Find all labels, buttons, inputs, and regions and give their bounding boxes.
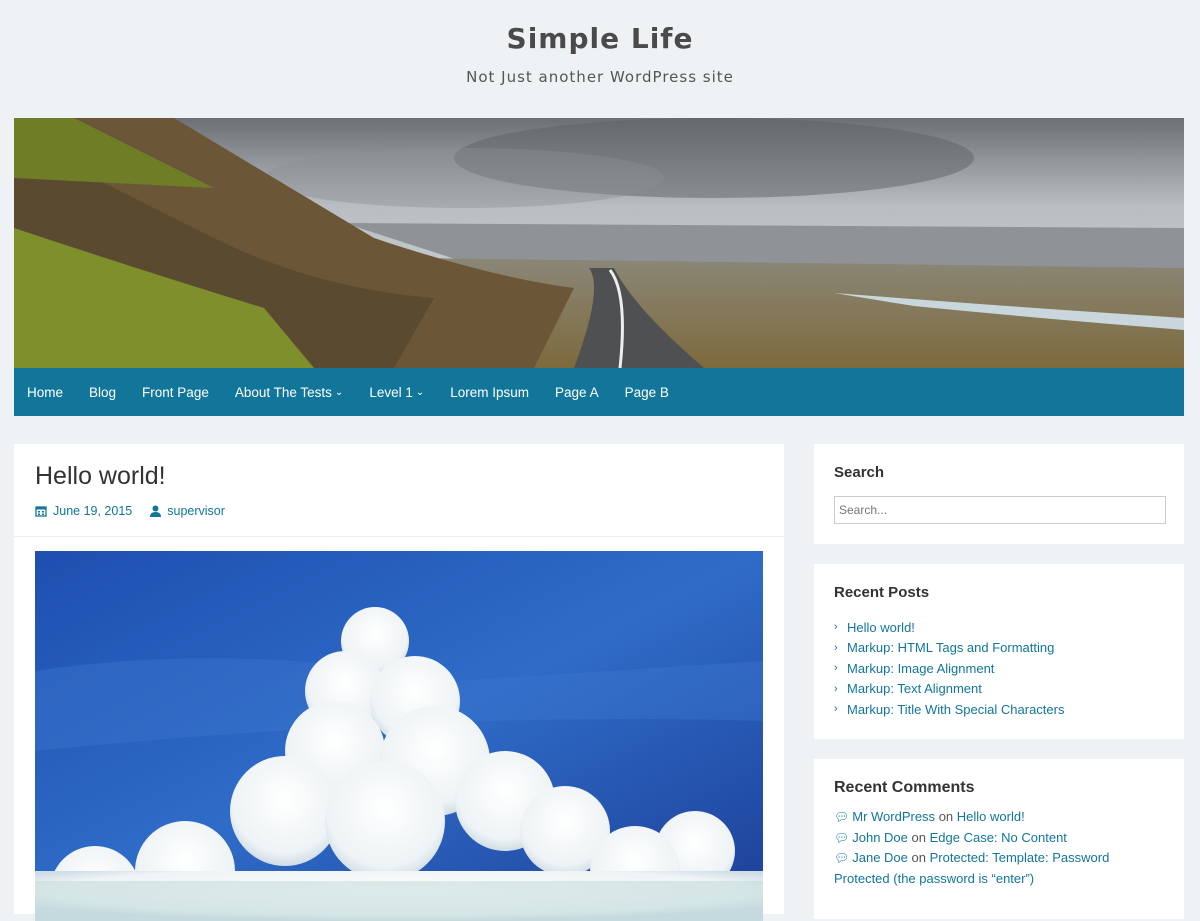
nav-item-label: About The Tests [234, 384, 332, 400]
comment-post-link[interactable]: Edge Case: No Content [930, 830, 1067, 845]
header-image [14, 118, 1184, 368]
list-item: › Markup: Image Alignment [834, 658, 1064, 679]
recent-comments-widget: Recent Comments 💬︎ Mr WordPress on Hello … [814, 759, 1184, 919]
nav-item-page-b[interactable]: Page B [612, 368, 682, 416]
widget-title: Recent Posts [834, 584, 930, 601]
comment-icon: 💬︎ [834, 810, 850, 824]
divider [14, 536, 784, 537]
comment-on-text: on [911, 829, 926, 845]
list-item: 💬︎ John Doe on Edge Case: No Content [834, 828, 1164, 849]
chevron-right-icon: › [834, 662, 838, 675]
search-widget: Search [814, 444, 1184, 544]
recent-post-link[interactable]: Markup: Title With Special Characters [847, 702, 1064, 717]
recent-post-link[interactable]: Markup: Image Alignment [847, 661, 994, 676]
comment-on-text: on [938, 809, 954, 824]
comment-author-link[interactable]: Jane Doe [852, 850, 908, 865]
chevron-right-icon: › [834, 621, 838, 634]
chevron-right-icon: › [834, 703, 838, 716]
post-author[interactable]: supervisor [150, 504, 225, 518]
user-icon [150, 505, 162, 517]
calendar-icon [35, 506, 47, 517]
chevron-down-icon: ⌄ [334, 386, 344, 398]
nav-item-label: Blog [89, 384, 117, 400]
list-item: › Markup: Text Alignment [834, 679, 1064, 700]
list-item: 💬︎ Jane Doe on Protected: Template: Passw… [834, 848, 1164, 889]
chevron-down-icon: ⌄ [415, 386, 425, 398]
nav-item-home[interactable]: Home [14, 368, 76, 416]
list-item: › Markup: HTML Tags and Formatting [834, 638, 1064, 659]
comment-icon: 💬︎ [834, 830, 850, 845]
list-item: › Hello world! [834, 617, 1064, 638]
widget-title: Recent Comments [834, 779, 975, 796]
recent-post-link[interactable]: Markup: HTML Tags and Formatting [847, 640, 1054, 655]
comment-icon: 💬︎ [834, 851, 850, 865]
comment-author-link[interactable]: John Doe [852, 830, 908, 845]
nav-item-page-a[interactable]: Page A [542, 368, 612, 416]
nav-item-label: Level 1 [369, 384, 413, 400]
nav-item-front-page[interactable]: Front Page [129, 368, 222, 416]
list-item: 💬︎ Mr WordPress on Hello world! [834, 807, 1164, 828]
post-title[interactable]: Hello world! [35, 462, 166, 491]
nav-item-lorem-ipsum[interactable]: Lorem Ipsum [437, 368, 542, 416]
nav-item-about-the-tests[interactable]: About The Tests ⌄ [222, 368, 356, 416]
site-description: Not Just another WordPress site [466, 68, 734, 86]
search-input[interactable] [834, 496, 1166, 524]
nav-item-label: Page A [555, 384, 599, 400]
recent-posts-list: › Hello world! › Markup: HTML Tags and For… [834, 617, 1064, 720]
nav-item-label: Home [27, 384, 64, 400]
recent-posts-widget: Recent Posts › Hello world! › Markup: HTML… [814, 564, 1184, 739]
recent-post-link[interactable]: Markup: Text Alignment [847, 681, 982, 696]
nav-item-label: Lorem Ipsum [450, 384, 530, 400]
site-header: Simple Life Not Just another WordPress s… [0, 0, 1200, 118]
post-featured-image[interactable] [35, 551, 763, 921]
comment-on-text: on [911, 850, 926, 865]
widget-title: Search [834, 464, 885, 481]
chevron-right-icon: › [834, 641, 838, 654]
nav-item-label: Front Page [142, 384, 209, 400]
nav-item-blog[interactable]: Blog [76, 368, 129, 416]
primary-navigation: Home Blog Front Page About The Tests ⌄ Le… [14, 368, 1184, 416]
post-meta: June 19, 2015 supervisor [35, 504, 225, 518]
nav-item-level-1[interactable]: Level 1 ⌄ [356, 368, 437, 416]
recent-comments-list: 💬︎ Mr WordPress on Hello world! 💬︎ John Do… [834, 807, 1164, 889]
post-date[interactable]: June 19, 2015 [35, 504, 132, 518]
comment-author-link[interactable]: Mr WordPress [852, 809, 935, 824]
comment-post-link[interactable]: Hello world! [957, 809, 1025, 824]
site-title[interactable]: Simple Life [0, 22, 1200, 55]
chevron-right-icon: › [834, 682, 838, 695]
post-author-text: supervisor [167, 504, 225, 518]
post-article: Hello world! June 19, 2015 supervisor [14, 444, 784, 921]
post-date-text: June 19, 2015 [53, 504, 133, 518]
recent-post-link[interactable]: Hello world! [847, 620, 915, 635]
list-item: › Markup: Title With Special Characters [834, 699, 1064, 720]
nav-item-label: Page B [624, 384, 669, 400]
